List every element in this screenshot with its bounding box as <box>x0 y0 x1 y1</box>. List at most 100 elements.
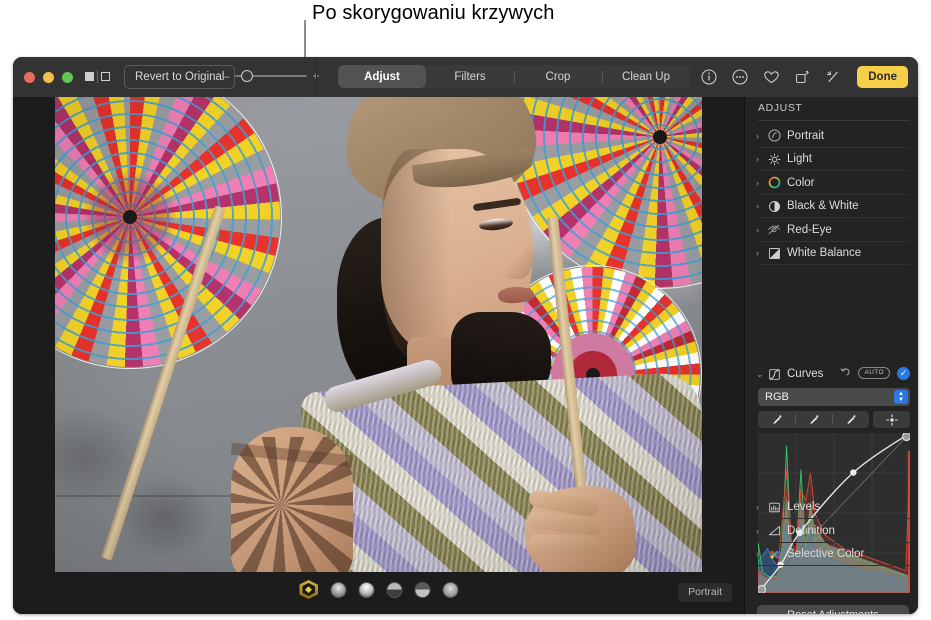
curves-channel-select[interactable]: RGB ▲ ▼ <box>758 388 910 406</box>
chevron-right-icon[interactable]: › <box>756 526 766 536</box>
editor-mode-segmented-control[interactable]: Adjust Filters Crop Clean Up <box>338 65 690 88</box>
sidebar-item-definition[interactable]: › Definition <box>745 519 918 543</box>
sidebar-item-levels[interactable]: › Levels <box>745 496 918 520</box>
sidebar-item-color[interactable]: › Color <box>745 171 918 195</box>
close-button-icon[interactable] <box>24 72 35 83</box>
tab-adjust[interactable]: Adjust <box>338 65 426 88</box>
sidebar-item-black-and-white[interactable]: › Black & White <box>745 195 918 219</box>
gray-point-eyedropper-icon[interactable] <box>795 411 832 428</box>
sidebar-item-label: Levels <box>787 501 820 513</box>
tab-clean-up[interactable]: Clean Up <box>602 65 690 88</box>
chevron-right-icon[interactable]: › <box>756 248 766 258</box>
sidebar-item-label: White Balance <box>787 247 861 259</box>
black-and-white-icon <box>766 199 782 213</box>
selective-color-icon <box>766 547 782 561</box>
sidebar-item-label: Light <box>787 153 812 165</box>
curves-label: Curves <box>787 368 823 380</box>
sidebar-item-red-eye[interactable]: › Red-Eye <box>745 218 918 242</box>
red-eye-icon <box>766 223 782 237</box>
sidebar-item-label: Red-Eye <box>787 224 832 236</box>
minimize-button-icon[interactable] <box>43 72 54 83</box>
filter-thumb-selected[interactable]: ◆ <box>299 580 318 599</box>
adjust-items-top: › Portrait › Light › <box>745 124 918 265</box>
chevron-right-icon[interactable]: › <box>756 178 766 188</box>
sidebar-item-label: Black & White <box>787 200 859 212</box>
zoom-slider-track[interactable] <box>235 69 307 83</box>
chevron-right-icon[interactable]: › <box>756 131 766 141</box>
filter-thumb-1[interactable] <box>330 582 346 598</box>
auto-enhance-wand-icon[interactable] <box>824 68 842 86</box>
white-point-handle[interactable] <box>903 433 911 441</box>
definition-icon <box>766 524 782 538</box>
curves-enabled-checkbox[interactable]: ✓ <box>897 367 910 380</box>
chevron-right-icon[interactable]: › <box>756 549 766 559</box>
photo-pane: ◆ Portrait <box>13 97 744 614</box>
filter-thumb-2[interactable] <box>358 582 374 598</box>
chevron-right-icon[interactable]: › <box>756 154 766 164</box>
sidebar-title: ADJUST <box>758 102 802 114</box>
zoom-slider[interactable]: – + <box>222 69 320 83</box>
filter-thumbnails[interactable]: ◆ <box>299 580 458 599</box>
chevron-down-glyph: ▼ <box>898 397 904 403</box>
curves-channel-value: RGB <box>765 391 789 403</box>
color-wheel-icon <box>766 176 782 190</box>
adjust-items-bottom: › Levels › Definition › <box>745 496 918 567</box>
more-options-icon[interactable] <box>731 68 749 86</box>
sidebar-title-rule <box>758 120 910 121</box>
curves-tool-row <box>758 411 910 428</box>
adjust-sidebar: ADJUST › Portrait › <box>744 97 918 614</box>
white-balance-icon <box>766 246 782 260</box>
undo-arrow-icon[interactable] <box>840 366 851 380</box>
window-toolbar: Revert to Original – + Adjust Filters Cr… <box>13 57 918 98</box>
toolbar-right-actions: Done <box>700 65 908 89</box>
subject-nose <box>507 239 533 279</box>
traffic-light-buttons[interactable] <box>24 72 73 83</box>
revert-to-original-button[interactable]: Revert to Original <box>124 65 235 89</box>
info-icon[interactable] <box>700 68 718 86</box>
edited-photo-pinwheels[interactable] <box>55 97 702 572</box>
favorite-heart-icon[interactable] <box>762 68 780 86</box>
zoom-out-icon[interactable]: – <box>222 70 230 82</box>
sidebar-item-portrait[interactable]: › Portrait <box>745 124 918 148</box>
black-point-handle[interactable] <box>758 586 766 594</box>
sidebar-item-selective-color[interactable]: › Selective Color <box>745 543 918 567</box>
portrait-icon <box>766 129 782 143</box>
black-point-eyedropper-icon[interactable] <box>758 411 795 428</box>
zoom-button-icon[interactable] <box>62 72 73 83</box>
sidebar-item-label: Portrait <box>787 130 824 142</box>
done-button[interactable]: Done <box>857 66 908 88</box>
reset-adjustments-button[interactable]: Reset Adjustments <box>757 605 909 614</box>
photos-editor-window: Revert to Original – + Adjust Filters Cr… <box>13 57 918 614</box>
split-view-icon[interactable] <box>85 70 110 83</box>
wall-seam-line <box>55 495 255 497</box>
auto-badge[interactable]: AUTO <box>858 367 890 379</box>
curves-section-header[interactable]: ⌄ Curves AUTO ✓ <box>745 362 918 386</box>
tab-filters[interactable]: Filters <box>426 65 514 88</box>
levels-icon <box>766 500 782 514</box>
chevron-right-icon[interactable]: › <box>756 502 766 512</box>
filter-thumb-3[interactable] <box>386 582 402 598</box>
white-point-eyedropper-icon[interactable] <box>832 411 869 428</box>
filter-thumb-5[interactable] <box>442 582 458 598</box>
curves-header-actions: AUTO ✓ <box>840 366 910 380</box>
split-view-filled-square-icon <box>85 72 94 81</box>
zoom-slider-knob[interactable] <box>241 70 253 82</box>
chevron-down-icon[interactable]: ⌄ <box>756 369 766 380</box>
chevron-right-icon[interactable]: › <box>756 201 766 211</box>
split-view-outline-square-icon <box>101 72 110 81</box>
screenshot-root: Po skorygowaniu krzywych Revert to Origi… <box>0 0 931 620</box>
filter-thumb-4[interactable] <box>414 582 430 598</box>
highlight-handle[interactable] <box>850 469 856 475</box>
callout-label: Po skorygowaniu krzywych <box>312 2 555 25</box>
chevron-updown-icon[interactable]: ▲ ▼ <box>894 390 908 404</box>
eyedropper-group <box>758 411 869 428</box>
portrait-badge-icon: ◆ <box>299 580 318 599</box>
add-curve-point-icon[interactable] <box>873 411 910 428</box>
chevron-right-icon[interactable]: › <box>756 225 766 235</box>
portrait-mode-chip[interactable]: Portrait <box>678 583 732 602</box>
sidebar-item-light[interactable]: › Light <box>745 148 918 172</box>
sidebar-item-white-balance[interactable]: › White Balance <box>745 242 918 266</box>
rotate-icon[interactable] <box>793 68 811 86</box>
tab-crop[interactable]: Crop <box>514 65 602 88</box>
sidebar-item-label: Definition <box>787 525 835 537</box>
